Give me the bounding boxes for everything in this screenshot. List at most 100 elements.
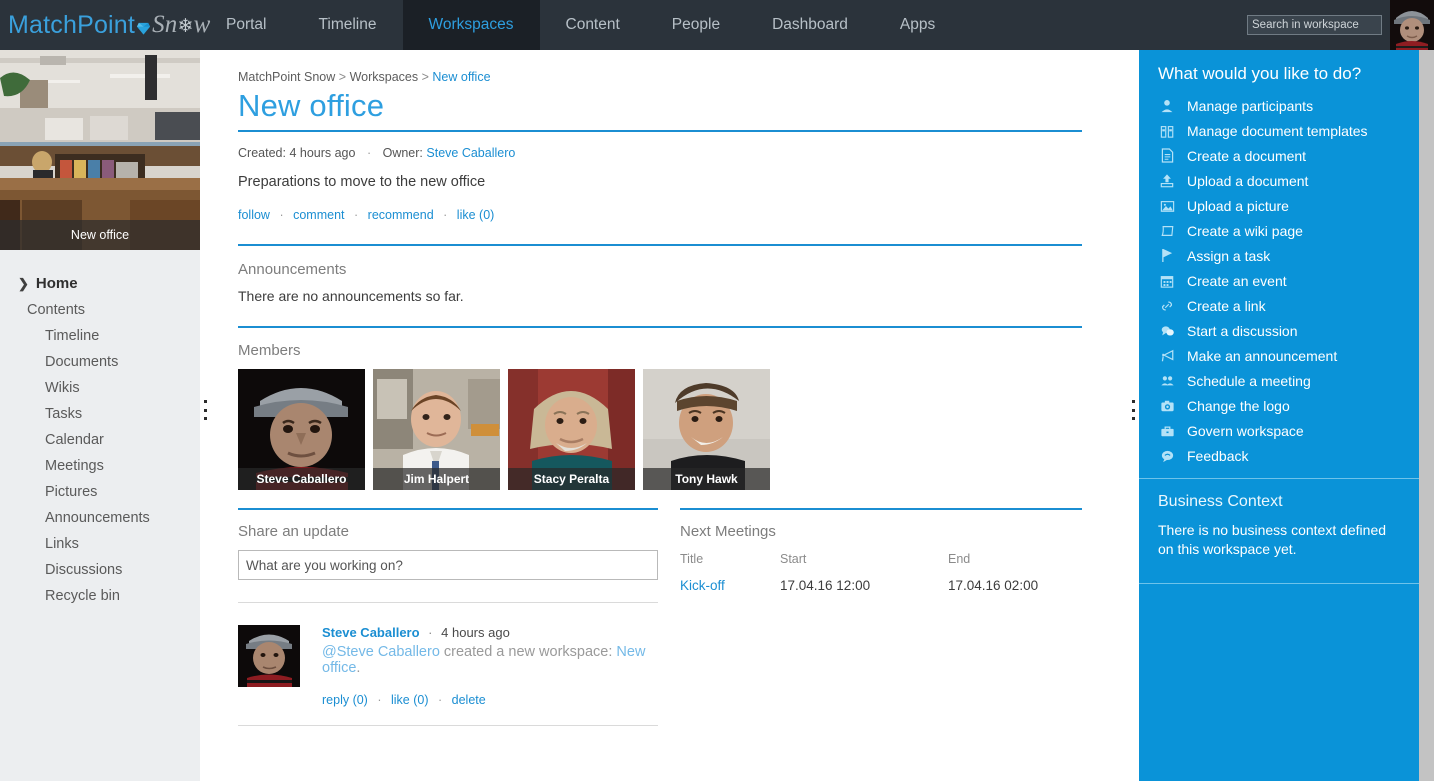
nav-tab-workspaces[interactable]: Workspaces xyxy=(402,0,540,50)
right-splitter-handle[interactable] xyxy=(1128,400,1138,420)
action-change-the-logo[interactable]: Change the logo xyxy=(1139,393,1419,418)
meeting-start-cell: 17.04.16 12:00 xyxy=(780,578,871,593)
action-label: Govern workspace xyxy=(1187,422,1304,439)
meeting-title-cell: Kick-off xyxy=(680,578,780,599)
sidebar-nav-tree: ❯ Home Contents Timeline Documents Wikis… xyxy=(0,250,200,609)
action-schedule-a-meeting[interactable]: Schedule a meeting xyxy=(1139,368,1419,393)
title-underline xyxy=(238,130,1082,132)
sidebar-item-contents[interactable]: Contents xyxy=(0,297,200,323)
breadcrumb-current[interactable]: New office xyxy=(432,70,490,84)
member-card[interactable]: Steve Caballero xyxy=(238,369,365,490)
action-upload-a-picture[interactable]: Upload a picture xyxy=(1139,193,1419,218)
feedback-icon xyxy=(1158,447,1176,465)
page-scrollbar[interactable] xyxy=(1419,50,1434,781)
table-row: Kick-off 17.04.16 12:00 17.04.16 02:00 xyxy=(680,578,1082,599)
sidebar-item-home[interactable]: ❯ Home xyxy=(0,270,200,297)
comment-link[interactable]: comment xyxy=(293,208,344,222)
action-create-a-link[interactable]: Create a link xyxy=(1139,293,1419,318)
app-logo[interactable]: MatchPoint Sn❄w xyxy=(0,0,210,50)
feed-post-text-middle: created a new workspace: xyxy=(439,644,617,660)
nav-tab-content[interactable]: Content xyxy=(540,0,646,50)
action-govern-workspace[interactable]: Govern workspace xyxy=(1139,418,1419,443)
action-label: Manage document templates xyxy=(1187,122,1368,139)
member-name: Stacy Peralta xyxy=(508,468,635,490)
nav-tab-portal[interactable]: Portal xyxy=(200,0,293,50)
owner-label: Owner: xyxy=(382,146,423,160)
feed-post-avatar[interactable] xyxy=(238,625,300,687)
scrollbar-thumb[interactable] xyxy=(1419,50,1434,310)
nav-tab-timeline[interactable]: Timeline xyxy=(293,0,403,50)
meeting-title-link[interactable]: Kick-off xyxy=(680,578,725,593)
feed-bottom-divider xyxy=(238,725,658,726)
action-upload-a-document[interactable]: Upload a document xyxy=(1139,168,1419,193)
follow-link[interactable]: follow xyxy=(238,208,270,222)
feed-like-link[interactable]: like (0) xyxy=(391,693,429,707)
action-separator: · xyxy=(377,693,382,707)
meeting-end-cell: 17.04.16 02:00 xyxy=(948,578,1039,593)
sidebar-item-links[interactable]: Links xyxy=(0,531,200,557)
sidebar-item-tasks[interactable]: Tasks xyxy=(0,401,200,427)
sidebar-item-timeline[interactable]: Timeline xyxy=(0,323,200,349)
nav-tab-dashboard[interactable]: Dashboard xyxy=(746,0,874,50)
sidebar-item-pictures[interactable]: Pictures xyxy=(0,479,200,505)
sidebar-item-meetings[interactable]: Meetings xyxy=(0,453,200,479)
sidebar-item-documents[interactable]: Documents xyxy=(0,349,200,375)
action-create-an-event[interactable]: Create an event xyxy=(1139,268,1419,293)
document-icon xyxy=(1158,147,1176,165)
megaphone-icon xyxy=(1158,347,1176,365)
action-separator: · xyxy=(437,693,443,707)
link-icon xyxy=(1158,297,1176,315)
action-feedback[interactable]: Feedback xyxy=(1139,443,1419,468)
member-card[interactable]: Tony Hawk xyxy=(643,369,770,490)
sidebar-item-recycle-bin[interactable]: Recycle bin xyxy=(0,583,200,609)
action-label: Upload a document xyxy=(1187,172,1309,189)
member-card[interactable]: Stacy Peralta xyxy=(508,369,635,490)
sidebar-item-announcements[interactable]: Announcements xyxy=(0,505,200,531)
nav-tab-list: Portal Timeline Workspaces Content Peopl… xyxy=(200,0,961,50)
action-start-a-discussion[interactable]: Start a discussion xyxy=(1139,318,1419,343)
feed-post-separator: · xyxy=(428,625,433,640)
action-label: Assign a task xyxy=(1187,247,1271,264)
feed-delete-link[interactable]: delete xyxy=(452,693,486,707)
feed-post-mention[interactable]: @Steve Caballero xyxy=(322,644,440,660)
action-create-a-document[interactable]: Create a document xyxy=(1139,143,1419,168)
next-meetings-divider xyxy=(680,508,1082,510)
action-create-a-wiki-page[interactable]: Create a wiki page xyxy=(1139,218,1419,243)
user-avatar[interactable] xyxy=(1390,0,1434,50)
action-manage-participants[interactable]: Manage participants xyxy=(1139,93,1419,118)
breadcrumb: MatchPoint Snow > Workspaces > New offic… xyxy=(210,50,1115,84)
action-manage-document-templates[interactable]: Manage document templates xyxy=(1139,118,1419,143)
left-splitter-handle[interactable] xyxy=(200,400,210,420)
member-card[interactable]: Jim Halpert xyxy=(373,369,500,490)
member-name: Jim Halpert xyxy=(373,468,500,490)
action-label: Feedback xyxy=(1187,447,1249,464)
nav-tab-apps[interactable]: Apps xyxy=(874,0,961,50)
sidebar-item-wikis[interactable]: Wikis xyxy=(0,375,200,401)
search-input[interactable] xyxy=(1247,15,1382,35)
announcements-section: Announcements There are no announcements… xyxy=(238,261,1082,304)
breadcrumb-workspaces[interactable]: Workspaces xyxy=(350,70,419,84)
share-update-divider xyxy=(238,508,658,510)
recommend-link[interactable]: recommend xyxy=(368,208,434,222)
action-make-an-announcement[interactable]: Make an announcement xyxy=(1139,343,1419,368)
share-update-input[interactable] xyxy=(238,550,658,580)
nav-tab-people[interactable]: People xyxy=(646,0,746,50)
snowflake-icon: ❄ xyxy=(177,16,194,37)
sidebar-item-discussions[interactable]: Discussions xyxy=(0,557,200,583)
workspace-image[interactable]: New office xyxy=(0,50,200,250)
announcements-heading: Announcements xyxy=(238,261,347,278)
picture-icon xyxy=(1158,197,1176,215)
sidebar-item-calendar[interactable]: Calendar xyxy=(0,427,200,453)
action-separator: · xyxy=(443,208,448,222)
camera-icon xyxy=(1158,397,1176,415)
owner-link[interactable]: Steve Caballero xyxy=(426,146,515,160)
action-assign-a-task[interactable]: Assign a task xyxy=(1139,243,1419,268)
breadcrumb-root[interactable]: MatchPoint Snow xyxy=(238,70,335,84)
like-link[interactable]: like (0) xyxy=(457,208,495,222)
feed-reply-link[interactable]: reply (0) xyxy=(322,693,368,707)
action-label: Create a document xyxy=(1187,147,1307,164)
column-header-end: End xyxy=(948,552,971,566)
splitter-dot xyxy=(203,400,207,403)
feed-post-author[interactable]: Steve Caballero xyxy=(322,625,420,640)
